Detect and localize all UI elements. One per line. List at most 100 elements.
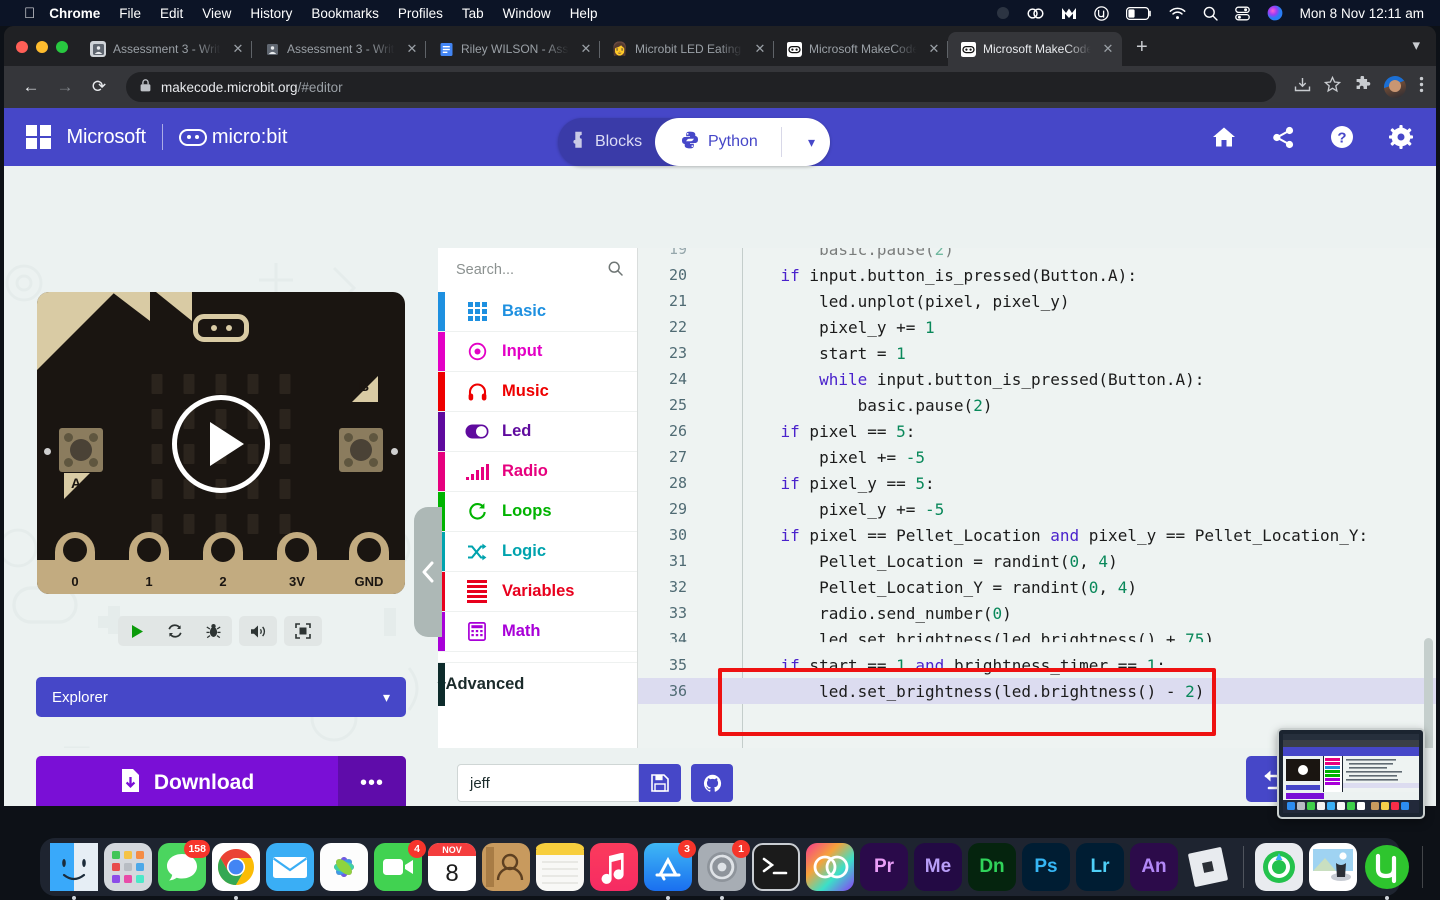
sound-icon[interactable] [239,616,277,646]
settings-gear-icon[interactable] [1388,124,1414,150]
back-arrow-icon[interactable]: ← [16,72,46,102]
dock-item-calendar[interactable]: NOV 8 [428,843,476,891]
install-app-icon[interactable] [1294,76,1311,98]
tab-close-icon[interactable]: ✕ [752,41,768,57]
code-text[interactable]: Pellet_Location_Y = randint(0, 4) [704,578,1137,597]
extensions-puzzle-icon[interactable] [1354,75,1371,98]
dock-item-facetime[interactable]: 4 [374,840,426,891]
menu-item-help[interactable]: Help [570,6,598,21]
code-text[interactable]: Pellet_Location = randint(0, 4) [704,552,1118,571]
tab-close-icon[interactable]: ✕ [578,41,594,57]
wifi-icon[interactable] [1169,7,1186,20]
menu-item-file[interactable]: File [119,6,141,21]
dock-item-find-my[interactable] [1255,843,1303,891]
code-line-34[interactable]: 34 led.set_brightness(led.brightness() +… [638,626,1436,643]
dock-item-contacts[interactable] [482,843,530,891]
address-bar[interactable]: makecode.microbit.org/#editor [126,72,1276,102]
forward-arrow-icon[interactable]: → [50,72,80,102]
help-icon[interactable]: ? [1329,124,1355,150]
code-line-22[interactable]: 22 pixel_y += 1 [638,314,1436,340]
project-name-input[interactable]: jeff [457,764,639,802]
menu-item-tab[interactable]: Tab [462,6,484,21]
code-text[interactable]: led.unplot(pixel, pixel_y) [704,292,1069,311]
code-line-20[interactable]: 20 if input.button_is_pressed(Button.A): [638,262,1436,288]
dock-item-roblox[interactable] [1184,843,1232,891]
code-line-31[interactable]: 31 Pellet_Location = randint(0, 4) [638,548,1436,574]
menu-bar-clock[interactable]: Mon 8 Nov 12:11 am [1300,6,1424,21]
menu-item-bookmarks[interactable]: Bookmarks [311,6,379,21]
dock-item-lightroom[interactable]: Lr [1076,843,1124,891]
microbit-pin-1[interactable]: 1 [129,532,169,594]
download-more-button[interactable]: ••• [338,756,406,806]
menu-item-window[interactable]: Window [503,6,551,21]
code-text[interactable]: basic.pause(2) [704,248,954,259]
search-icon[interactable] [608,261,623,279]
dock-item-chrome[interactable] [212,843,260,900]
spotlight-search-icon[interactable] [1203,6,1218,21]
code-lines-container[interactable]: 19 basic.pause(2) 20 if input.button_is_p… [638,248,1436,806]
python-code-editor[interactable]: 19 basic.pause(2) 20 if input.button_is_p… [638,248,1436,806]
code-text[interactable]: pixel += -5 [704,448,925,467]
code-line-29[interactable]: 29 pixel_y += -5 [638,496,1436,522]
tab-close-icon[interactable]: ✕ [404,41,420,57]
microbit-button-a[interactable] [59,428,103,472]
apple-menu-icon[interactable]:  [24,6,35,21]
dock-item-creative-cloud[interactable] [806,843,854,891]
bookmark-star-icon[interactable] [1323,75,1342,98]
browser-tab-3[interactable]: Riley WILSON - Assessm ✕ [426,32,600,66]
chrome-menu-icon[interactable] [1419,76,1424,98]
browser-tab-1[interactable]: Assessment 3 - Write a N ✕ [78,32,252,66]
dock-item-terminal[interactable] [752,843,800,891]
code-text[interactable]: if pixel == Pellet_Location and pixel_y … [704,526,1369,545]
code-text[interactable]: if pixel_y == 5: [704,474,935,493]
code-line-19[interactable]: 19 basic.pause(2) [638,248,1436,262]
dock-item-photoshop[interactable]: Ps [1022,843,1070,891]
code-text[interactable]: if input.button_is_pressed(Button.A): [704,266,1137,285]
browser-tab-2[interactable]: Assessment 3 - Write a N ✕ [252,32,426,66]
malwarebytes-icon[interactable] [1061,6,1077,21]
simulator-collapse-handle[interactable] [414,507,442,637]
microbit-pin-0[interactable]: 0 [55,532,95,594]
code-text[interactable]: radio.send_number(0) [704,604,1012,623]
code-line-30[interactable]: 30 if pixel == Pellet_Location and pixel… [638,522,1436,548]
dock-item-preview[interactable] [1309,843,1357,891]
dock-item-animate[interactable]: An [1130,843,1178,891]
floppy-save-icon[interactable] [639,764,681,802]
code-text[interactable]: if start == 1 and brightness_timer == 1: [704,656,1166,675]
code-line-28[interactable]: 28 if pixel_y == 5: [638,470,1436,496]
toolbox-category-input[interactable]: Input [438,332,637,372]
toolbox-category-logic[interactable]: Logic [438,532,637,572]
code-text[interactable]: while input.button_is_pressed(Button.A): [704,370,1204,389]
microbit-simulator[interactable]: A B 0 1 2 3V GND [37,292,405,594]
github-icon[interactable] [691,764,733,802]
microbit-pin-3v[interactable]: 3V [277,532,317,594]
tab-close-icon[interactable]: ✕ [1100,41,1116,57]
new-tab-button[interactable]: + [1122,37,1162,66]
code-line-32[interactable]: 32 Pellet_Location_Y = randint(0, 4) [638,574,1436,600]
toolbox-search-field[interactable]: Search... [438,248,637,292]
reload-icon[interactable]: ⟳ [84,72,114,102]
toolbox-category-music[interactable]: Music [438,372,637,412]
code-line-25[interactable]: 25 basic.pause(2) [638,392,1436,418]
code-text[interactable]: led.set_brightness(led.brightness() + 75… [704,630,1214,643]
dock-item-photos[interactable] [320,843,368,891]
code-text[interactable]: start = 1 [704,344,906,363]
explorer-panel-header[interactable]: Explorer ▾ [36,677,406,717]
code-line-21[interactable]: 21 led.unplot(pixel, pixel_y) [638,288,1436,314]
control-center-icon[interactable] [1234,6,1250,21]
menu-item-profiles[interactable]: Profiles [398,6,443,21]
share-icon[interactable] [1270,124,1296,150]
run-icon[interactable] [118,616,156,646]
tab-close-icon[interactable]: ✕ [230,41,246,57]
download-button-main[interactable]: Download [36,768,338,799]
code-text[interactable]: pixel_y += 1 [704,318,935,337]
code-line-27[interactable]: 27 pixel += -5 [638,444,1436,470]
tab-search-icon[interactable]: ▾ [1412,36,1436,66]
code-line-26[interactable]: 26 if pixel == 5: [638,418,1436,444]
browser-tab-5[interactable]: Microsoft MakeCode for ✕ [774,32,948,66]
toolbox-category-variables[interactable]: Variables [438,572,637,612]
chevron-down-icon[interactable]: ▾ [383,689,390,706]
menu-item-view[interactable]: View [202,6,231,21]
blocks-tab[interactable]: Blocks [558,131,655,153]
toolbox-category-loops[interactable]: Loops [438,492,637,532]
